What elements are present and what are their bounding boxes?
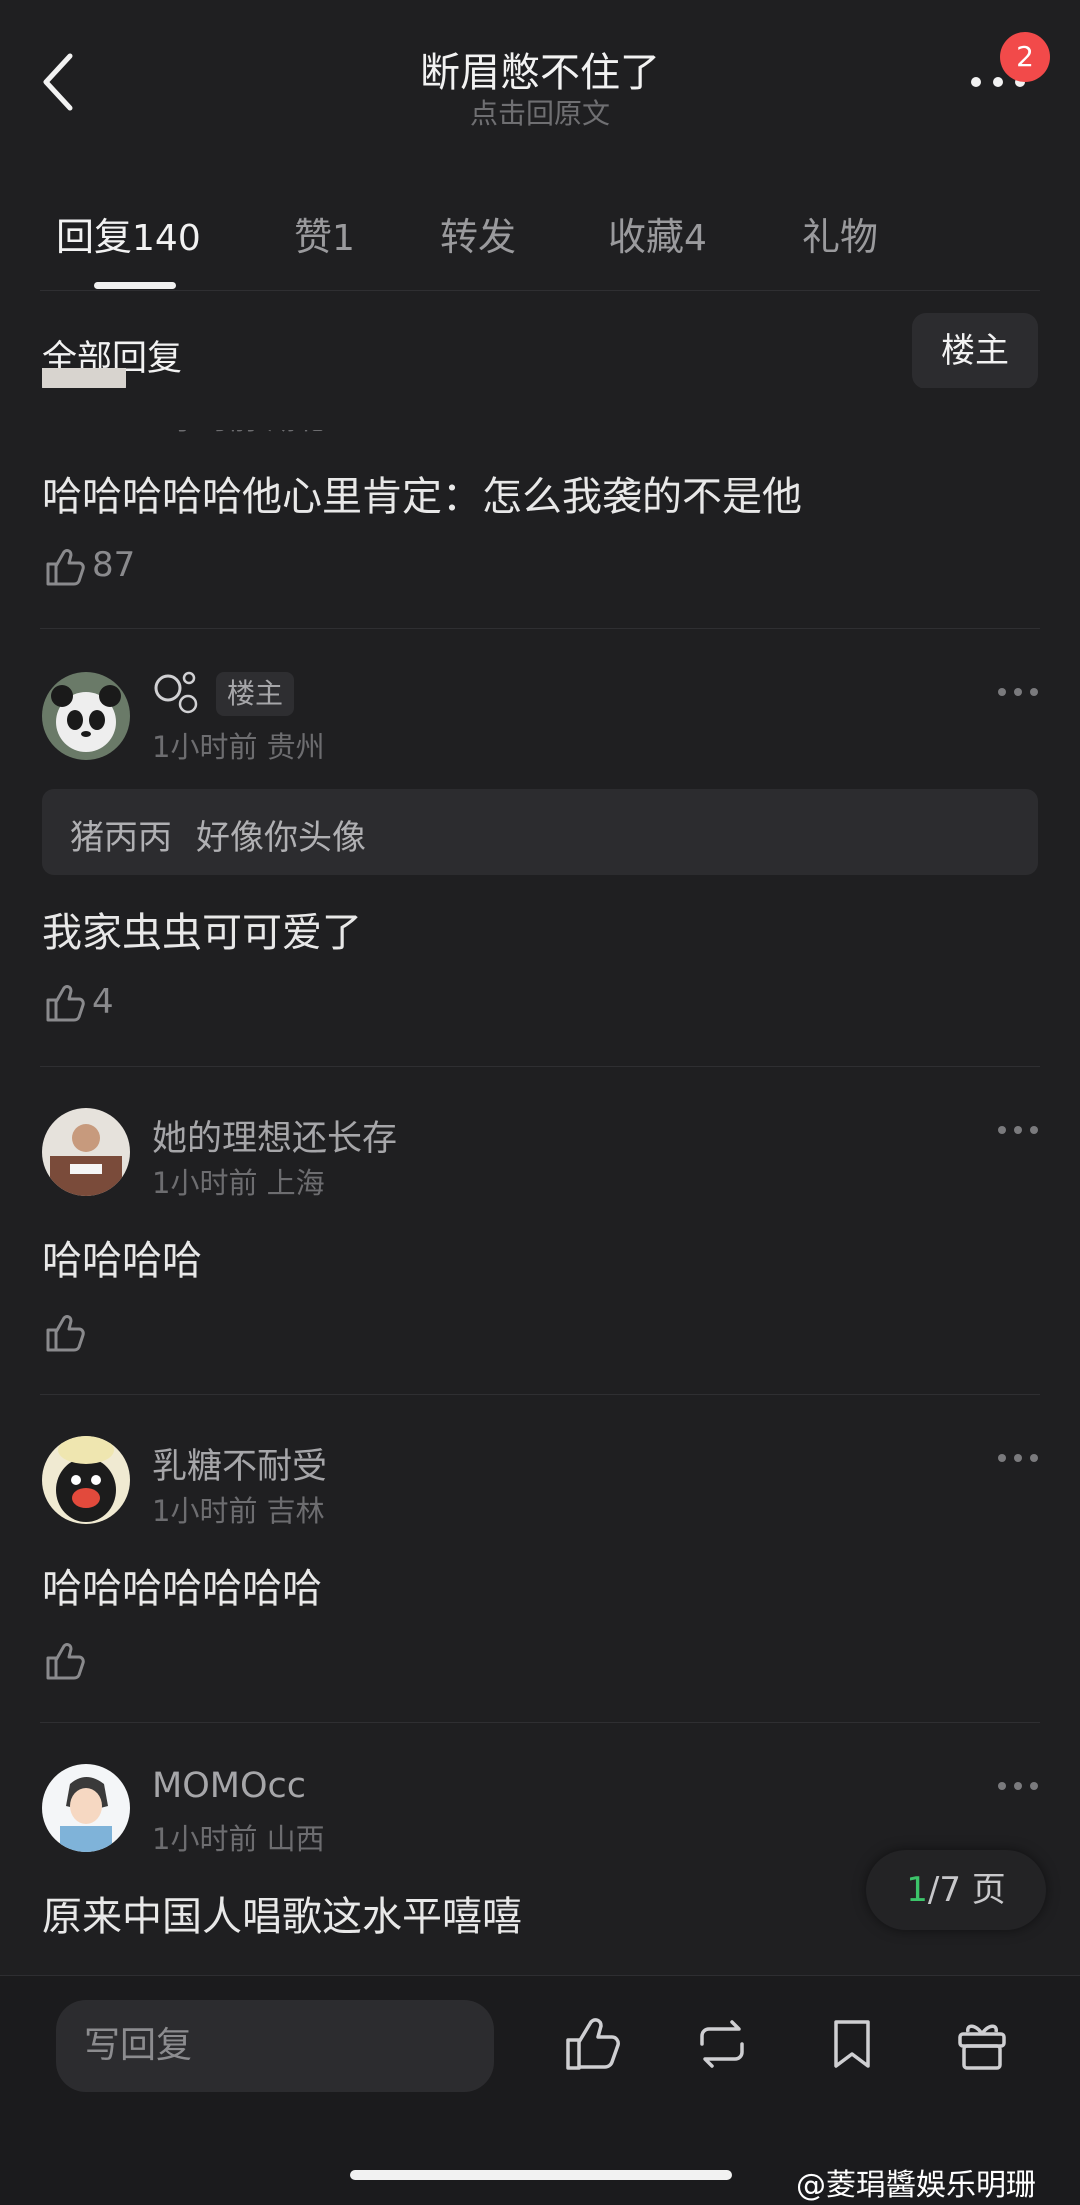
tab-label: 转发 (440, 215, 517, 259)
avatar[interactable] (42, 1764, 130, 1852)
notification-badge: 2 (1000, 32, 1050, 82)
comment-text: 哈哈哈哈哈他心里肯定：怎么我袭的不是他 (42, 474, 802, 520)
repost-icon[interactable] (692, 2014, 752, 2074)
comment-username[interactable]: 她的理想还长存 (152, 1110, 397, 1161)
comment-divider (40, 628, 1040, 629)
comment-divider (40, 1066, 1040, 1067)
op-tag-badge: 楼主 (216, 672, 294, 716)
person-avatar-image (42, 1108, 130, 1196)
reply-input[interactable]: 写回复 (56, 2000, 494, 2092)
gift-icon[interactable] (952, 2014, 1012, 2074)
comment-text: 哈哈哈哈哈哈哈 (42, 1566, 322, 1612)
comment-text: 哈哈哈哈 (42, 1238, 202, 1284)
tab-count: 4 (684, 218, 707, 259)
current-page: 1 (906, 1870, 928, 1910)
comment-meta: 1小时前 贵州 (152, 730, 325, 764)
tab-label: 赞 (294, 215, 333, 259)
quoted-reply-box[interactable] (42, 789, 1038, 875)
penguin-avatar-image (42, 1436, 130, 1524)
cartoon-avatar-image (42, 1764, 130, 1852)
avatar[interactable] (42, 672, 130, 760)
tab-reposts[interactable]: 转发 (440, 206, 516, 261)
comment-more-icon[interactable] (996, 1780, 1040, 1792)
tab-label: 礼物 (802, 215, 879, 259)
scroll-mask (0, 388, 1080, 430)
home-indicator (350, 2170, 732, 2180)
tabs-divider (40, 290, 1040, 291)
tab-favorites[interactable]: 收藏4 (608, 206, 707, 261)
like-icon[interactable] (562, 2014, 622, 2074)
comment-username[interactable]: MOMOcc (152, 1766, 306, 1806)
avatar[interactable] (42, 1108, 130, 1196)
like-icon[interactable] (44, 1640, 86, 1682)
op-only-filter-button[interactable]: 楼主 (912, 313, 1038, 389)
tab-likes[interactable]: 赞1 (294, 206, 355, 261)
page-indicator[interactable]: 1/7 页 (866, 1850, 1046, 1930)
comment-more-icon[interactable] (996, 1452, 1040, 1464)
tab-replies[interactable]: 回复140 (56, 206, 201, 261)
comment-text: 我家虫虫可可爱了 (42, 910, 362, 956)
total-pages: /7 页 (927, 1870, 1006, 1910)
like-icon[interactable] (44, 546, 86, 588)
like-icon[interactable] (44, 1312, 86, 1354)
comment-meta: 1小时前 山西 (152, 1822, 325, 1856)
comment-divider (40, 1722, 1040, 1723)
watermark-text: @菱琄醬娛乐明珊 (796, 2168, 1036, 2203)
like-icon[interactable] (44, 982, 86, 1024)
tab-gifts[interactable]: 礼物 (802, 206, 878, 261)
tab-label: 收藏 (608, 215, 685, 259)
like-count: 4 (92, 982, 114, 1022)
comment-more-icon[interactable] (996, 686, 1040, 698)
comment-meta: 1小时前 吉林 (152, 1494, 325, 1528)
like-count: 87 (92, 545, 136, 585)
comment-text: 原来中国人唱歌这水平嘻嘻 (42, 1894, 522, 1940)
comment-meta: 1小时前 上海 (152, 1166, 325, 1200)
bubbles-icon (154, 671, 198, 714)
comment-username[interactable]: 乳糖不耐受 (152, 1438, 327, 1489)
back-to-original-link[interactable]: 点击回原文 (0, 92, 1080, 132)
active-tab-indicator (94, 282, 176, 289)
comment-divider (40, 1394, 1040, 1395)
comment-more-icon[interactable] (996, 1124, 1040, 1136)
quoted-user: 猪丙丙 (70, 818, 172, 858)
tab-label: 回复 (56, 215, 133, 259)
quoted-text: 好像你头像 (196, 818, 366, 858)
avatar[interactable] (42, 1436, 130, 1524)
bookmark-icon[interactable] (822, 2014, 882, 2074)
panda-avatar-image (42, 672, 130, 760)
page-title: 断眉憋不住了 (420, 50, 660, 96)
tab-count: 1 (332, 218, 355, 259)
tab-count: 140 (132, 218, 201, 259)
